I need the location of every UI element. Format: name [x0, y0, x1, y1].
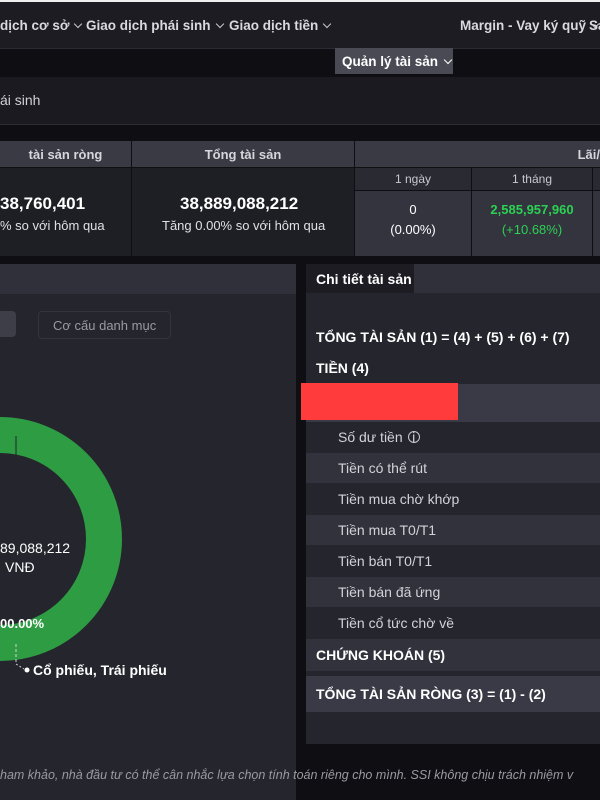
net-assets-formula-row: TỔNG TÀI SẢN RÒNG (3) = (1) - (2) [306, 676, 600, 712]
donut-pct-label: 00.00% [0, 616, 45, 631]
total-assets-header: Tổng tài sản [132, 141, 354, 167]
detail-row-tien-co-the-rut: Tiền có thể rút [306, 453, 600, 483]
nav-item-margin[interactable]: Margin - Vay ký quỹ [460, 2, 600, 48]
detail-row-label: Tiền bán T0/T1 [338, 553, 433, 569]
legend-leader-line-2 [15, 663, 25, 670]
chevron-down-icon [323, 19, 332, 28]
total-assets-header-label: Tổng tài sản [204, 146, 282, 162]
total-assets-cell: 38,889,088,212 Tăng 0.00% so với hôm qua [132, 168, 354, 256]
donut-chart [0, 417, 122, 673]
securities-row: CHỨNG KHOÁN (5) [306, 639, 600, 671]
chevron-down-icon [443, 55, 453, 64]
net-assets-cell: 38,760,401 % so với hôm qua [0, 168, 131, 256]
profit-month-body: 2,585,957,960 (+10.68%) [472, 191, 592, 256]
profit-header: Lãi/ [355, 141, 600, 167]
detail-row-label: Tiền bán đã ứng [338, 584, 441, 600]
profit-header-label: Lãi/ [577, 146, 600, 162]
profit-cell: 1 ngày 1 tháng 0 (0.00%) 2,585,957,960 (… [355, 168, 600, 256]
nav-item-label: Sa [589, 17, 600, 33]
detail-row-label: Tiền có thể rút [338, 460, 427, 476]
tab-asset-detail-label: Chi tiết tài sản [316, 270, 412, 287]
detail-row-label: Tiền mua chờ khớp [338, 491, 460, 507]
nav-item-label: Giao dịch tiền [229, 17, 319, 33]
nav-item-quan-ly-tai-san-active[interactable]: Quản lý tài sản [335, 48, 453, 74]
profit-day-pct: (0.00%) [390, 222, 436, 237]
net-assets-value: 38,760,401 [0, 194, 86, 213]
nav-item-more[interactable]: Sa [589, 2, 600, 48]
redaction-box [301, 383, 458, 420]
total-assets-change: Tăng 0.00% so với hôm qua [162, 218, 326, 233]
nav-item-label: Margin - Vay ký quỹ [460, 17, 587, 33]
profit-day-label: 1 ngày [394, 172, 432, 186]
main-nav: dịch cơ sở Giao dịch phái sinh Giao dịch… [0, 2, 600, 74]
nav-item-label: Quản lý tài sản [342, 53, 439, 69]
profit-month-label: 1 tháng [511, 172, 553, 186]
info-icon[interactable]: i [407, 430, 420, 444]
detail-row-tien-co-tuc: Tiền cổ tức chờ về [306, 608, 600, 638]
profit-day-value: 0 [409, 202, 417, 217]
detail-row-so-du-tien: Số dư tiền i [306, 422, 600, 452]
profit-month-header: 1 tháng [472, 168, 592, 190]
tab-asset-detail[interactable]: Chi tiết tài sản [306, 264, 414, 293]
total-assets-formula: TỔNG TÀI SẢN (1) = (4) + (5) + (6) + (7) [316, 329, 570, 345]
nav-item-phai-sinh[interactable]: Giao dịch phái sinh [86, 2, 224, 48]
profit-day-body: 0 (0.00%) [355, 191, 471, 256]
nav-item-label: dịch cơ sở [0, 17, 70, 33]
net-assets-header-label: tài sản ròng [28, 146, 103, 162]
detail-row-tien-ban-da-ung: Tiền bán đã ứng [306, 577, 600, 607]
profit-next-header [593, 168, 600, 190]
donut-legend-label: Cổ phiếu, Trái phiếu [33, 662, 167, 678]
donut-center-value: 89,088,212 [0, 540, 71, 556]
net-assets-formula: TỔNG TÀI SẢN RÒNG (3) = (1) - (2) [316, 686, 546, 702]
page-title: ái sinh [0, 92, 41, 108]
chevron-down-icon [215, 19, 224, 28]
profit-month-value: 2,585,957,960 [490, 202, 574, 217]
net-assets-header: tài sản ròng [0, 141, 131, 167]
detail-row-label: Tiền cổ tức chờ về [338, 615, 455, 631]
nav-item-label: Giao dịch phái sinh [86, 17, 211, 33]
portfolio-panel: Cơ cấu danh mục 89,088,212 VNĐ 00.00% Cổ… [0, 264, 296, 800]
detail-row-label: Số dư tiền [338, 429, 403, 445]
profit-day-header: 1 ngày [355, 168, 471, 190]
asset-detail-panel: Chi tiết tài sản TỔNG TÀI SẢN (1) = (4) … [306, 264, 600, 744]
detail-row-tien-ban-t0: Tiền bán T0/T1 [306, 546, 600, 576]
detail-row-label: Tiền mua T0/T1 [338, 522, 437, 538]
legend-dot [24, 667, 30, 673]
asset-summary: tài sản ròng Tổng tài sản Lãi/ 38,760,40… [0, 141, 600, 256]
securities-title: CHỨNG KHOÁN (5) [316, 647, 446, 663]
profit-month-pct: (+10.68%) [501, 222, 563, 237]
detail-row-tien-mua-cho-khop: Tiền mua chờ khớp [306, 484, 600, 514]
nav-item-co-so[interactable]: dịch cơ sở [0, 2, 83, 48]
profit-next-body [593, 191, 600, 256]
net-assets-change: % so với hôm qua [0, 218, 105, 233]
donut-center-unit: VNĐ [5, 559, 35, 575]
sub-header: ái sinh [0, 77, 600, 125]
detail-row-tien-mua-t0: Tiền mua T0/T1 [306, 515, 600, 545]
disclaimer-footer: ham khảo, nhà đầu tư có thể cân nhắc lựa… [0, 768, 600, 788]
chevron-down-icon [74, 19, 83, 28]
cash-section-title: TIỀN (4) [316, 360, 369, 376]
total-assets-value: 38,889,088,212 [180, 194, 299, 213]
disclaimer-text: ham khảo, nhà đầu tư có thể cân nhắc lựa… [0, 768, 574, 782]
nav-item-giao-dich-tien[interactable]: Giao dịch tiền [229, 2, 332, 48]
